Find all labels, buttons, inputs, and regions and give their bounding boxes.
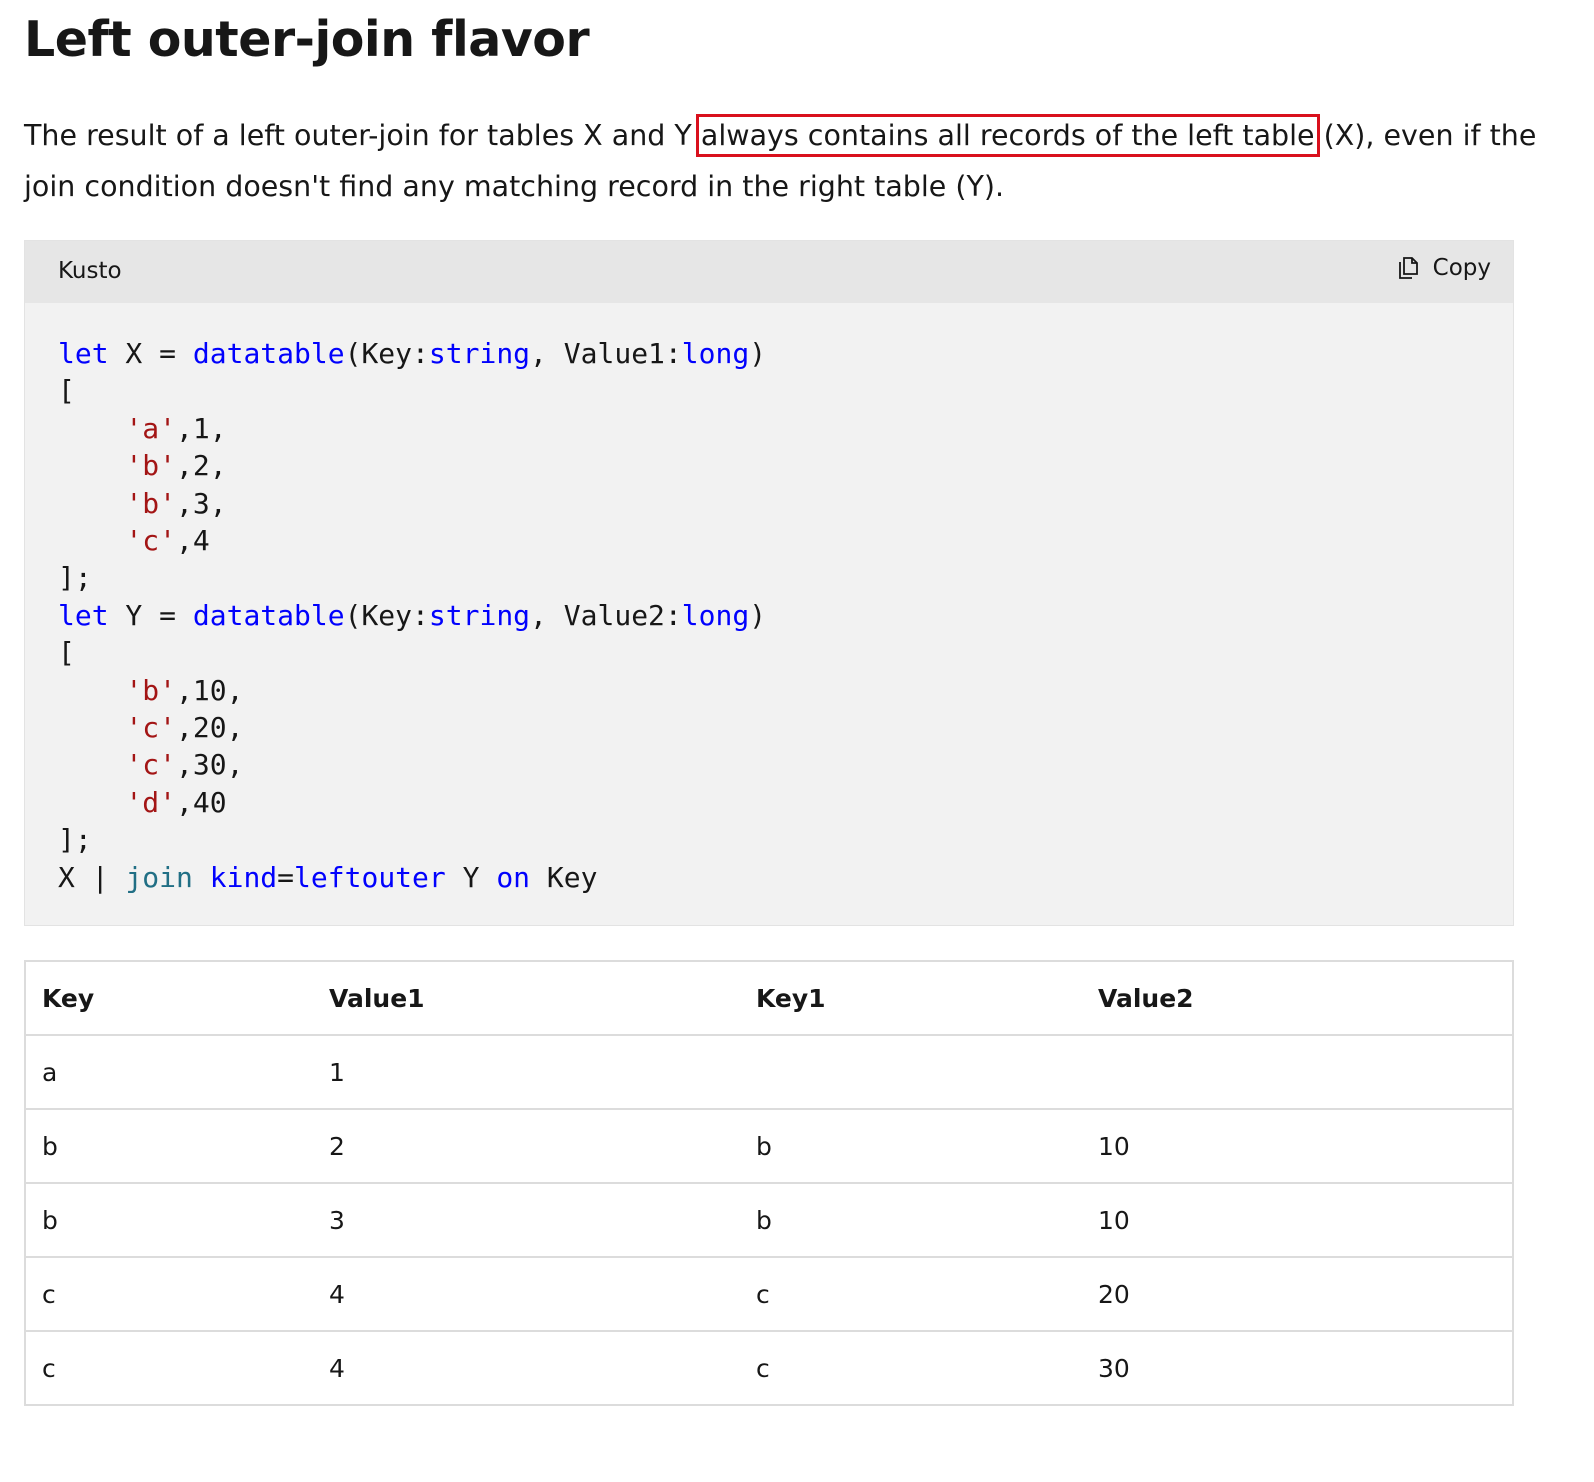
column-header-key1: Key1 — [740, 961, 1082, 1036]
table-cell: c — [740, 1331, 1082, 1406]
table-row: b 3 b 10 — [25, 1183, 1513, 1258]
table-cell: 3 — [313, 1183, 740, 1258]
result-table: Key Value1 Key1 Value2 a 1 b 2 b 10 b 3 — [24, 960, 1514, 1406]
column-header-key: Key — [25, 961, 313, 1036]
table-cell: 10 — [1082, 1183, 1513, 1258]
code-line: let Y = datatable(Key:string, Value2:lon… — [58, 598, 767, 632]
code-line: 'b',10, — [125, 673, 244, 707]
table-cell: 4 — [313, 1331, 740, 1406]
code-line: [ — [58, 374, 75, 408]
column-header-value1: Value1 — [313, 961, 740, 1036]
table-cell: b — [740, 1109, 1082, 1184]
code-line: 'c',30, — [125, 748, 244, 782]
table-row: b 2 b 10 — [25, 1109, 1513, 1184]
code-line: 'b',3, — [125, 486, 227, 520]
table-header-row: Key Value1 Key1 Value2 — [25, 961, 1513, 1036]
table-row: a 1 — [25, 1035, 1513, 1110]
code-line: [ — [58, 636, 75, 670]
table-cell — [1082, 1035, 1513, 1110]
table-cell: b — [25, 1183, 313, 1258]
code-content[interactable]: let X = datatable(Key:string, Value1:lon… — [58, 335, 766, 896]
code-line: let X = datatable(Key:string, Value1:lon… — [58, 337, 767, 370]
table-cell: 2 — [313, 1109, 740, 1184]
column-header-value2: Value2 — [1082, 961, 1513, 1036]
code-line: 'a',1, — [125, 411, 227, 445]
intro-paragraph: The result of a left outer-join for tabl… — [24, 110, 1564, 212]
table-cell: 1 — [313, 1035, 740, 1110]
code-block: Kusto Copy let X = datatable(Key:string,… — [24, 240, 1514, 926]
table-cell: b — [740, 1183, 1082, 1258]
table-cell: b — [25, 1109, 313, 1184]
copy-icon — [1395, 255, 1421, 281]
code-line: 'd',40 — [125, 785, 227, 819]
code-line: 'c',20, — [125, 711, 244, 745]
table-cell — [740, 1035, 1082, 1110]
code-line: ]; — [58, 823, 92, 857]
copy-label: Copy — [1432, 255, 1491, 281]
table-cell: a — [25, 1035, 313, 1110]
table-row: c 4 c 30 — [25, 1331, 1513, 1406]
intro-text-before: The result of a left outer-join for tabl… — [24, 119, 701, 152]
table-cell: 30 — [1082, 1331, 1513, 1406]
table-cell: 10 — [1082, 1109, 1513, 1184]
table-cell: 4 — [313, 1257, 740, 1332]
table-cell: 20 — [1082, 1257, 1513, 1332]
section-title: Left outer-join flavor — [24, 11, 590, 68]
table-cell: c — [740, 1257, 1082, 1332]
table-cell: c — [25, 1257, 313, 1332]
code-line: 'b',2, — [125, 449, 227, 483]
code-line: ]; — [58, 561, 92, 595]
code-line: X | join kind=leftouter Y on Key — [58, 860, 598, 894]
code-language-label: Kusto — [58, 258, 122, 284]
highlighted-phrase: always contains all records of the left … — [695, 114, 1320, 157]
table-cell: c — [25, 1331, 313, 1406]
code-header: Kusto Copy — [25, 241, 1513, 303]
table-row: c 4 c 20 — [25, 1257, 1513, 1332]
code-line: 'c',4 — [125, 524, 210, 558]
copy-button[interactable]: Copy — [1395, 255, 1491, 281]
